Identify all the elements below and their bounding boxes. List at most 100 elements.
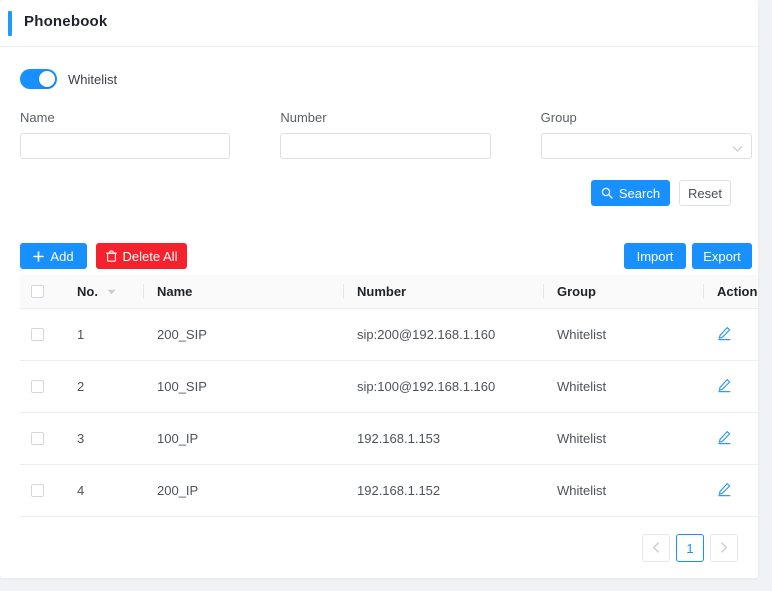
pagination: 1 [642,534,738,562]
trash-icon [105,250,117,262]
column-action-inner: Action [703,275,758,308]
number-input[interactable] [280,133,491,159]
row-no: 2 [63,360,143,413]
page-header: Phonebook [0,0,758,47]
plus-icon [33,250,45,262]
whitelist-toggle-row: Whitelist [20,69,117,89]
row-select-cell [20,308,63,361]
row-name: 200_SIP [143,308,343,361]
row-action [703,412,758,465]
row-number: 192.168.1.153 [343,412,543,465]
table-row: 3 100_IP 192.168.1.153 Whitelist [20,412,758,465]
table-header-row: No. Name Number Group Action [20,275,758,309]
table-row: 2 100_SIP sip:100@192.168.1.160 Whitelis… [20,360,758,413]
title-accent-bar [8,11,12,36]
add-button-label: Add [50,248,74,264]
column-number-label: Number [357,284,407,299]
select-all-checkbox[interactable] [31,285,44,298]
row-name: 200_IP [143,464,343,517]
table-action-bar-right: Import Export [624,243,752,269]
row-no: 4 [63,464,143,517]
row-number: sip:200@192.168.1.160 [343,308,543,361]
group-select-wrap [540,133,752,159]
name-field-group: Name [20,110,231,159]
search-form: Name Number Group [20,110,752,159]
edit-pencil-icon[interactable] [717,482,732,497]
column-group-inner: Group [543,275,703,308]
row-checkbox[interactable] [31,328,44,341]
row-group: Whitelist [543,308,703,361]
column-no-inner: No. [63,275,143,308]
row-name: 100_SIP [143,360,343,413]
name-input[interactable] [20,133,231,159]
phonebook-table: No. Name Number Group Action 1 200_SIP s… [20,275,758,517]
page-title: Phonebook [24,13,108,30]
row-action [703,360,758,413]
table-head: No. Name Number Group Action [20,275,758,309]
column-name-label: Name [157,284,193,299]
row-no: 1 [63,308,143,361]
column-number: Number [343,275,543,309]
row-name: 100_IP [143,412,343,465]
row-group: Whitelist [543,412,703,465]
table-row: 4 200_IP 192.168.1.152 Whitelist [20,464,758,517]
whitelist-toggle[interactable] [20,69,57,89]
row-checkbox[interactable] [31,484,44,497]
name-field-label: Name [20,110,55,125]
row-group: Whitelist [543,360,703,413]
delete-all-button[interactable]: Delete All [96,243,187,269]
column-group-label: Group [557,284,596,299]
table-row: 1 200_SIP sip:200@192.168.1.160 Whitelis… [20,308,758,361]
export-button-label: Export [703,248,741,264]
row-select-cell [20,464,63,517]
reset-button-label: Reset [688,185,722,201]
column-action-label: Action [717,284,758,299]
row-checkbox[interactable] [31,432,44,445]
group-field-group: Group [540,110,752,159]
pagination-page-label: 1 [686,540,694,556]
import-button-label: Import [636,248,674,264]
column-name-inner: Name [143,275,343,308]
caret-down-icon[interactable] [107,289,116,295]
pagination-next[interactable] [710,534,738,562]
whitelist-toggle-label: Whitelist [68,71,118,87]
column-no-label: No. [77,284,98,299]
chevron-left-icon [652,541,660,556]
row-action [703,464,758,517]
phonebook-card: Phonebook Whitelist Name Number Group Se… [0,0,758,578]
toggle-knob [39,71,55,87]
pagination-page-1[interactable]: 1 [676,534,704,562]
column-number-inner: Number [343,275,543,308]
search-icon [601,187,613,199]
number-field-label: Number [280,110,327,125]
edit-pencil-icon[interactable] [717,430,732,445]
row-select-cell [20,360,63,413]
chevron-right-icon [720,541,728,556]
group-field-label: Group [540,110,577,125]
column-select-all [20,275,63,309]
reset-button[interactable]: Reset [679,180,731,206]
row-action [703,308,758,361]
row-group: Whitelist [543,464,703,517]
pagination-prev[interactable] [642,534,670,562]
row-number: 192.168.1.152 [343,464,543,517]
column-no: No. [63,275,143,309]
edit-pencil-icon[interactable] [717,378,732,393]
search-button-label: Search [618,185,661,201]
group-select[interactable] [540,133,752,159]
edit-pencil-icon[interactable] [717,326,732,341]
column-name: Name [143,275,343,309]
column-group: Group [543,275,703,309]
row-number: sip:100@192.168.1.160 [343,360,543,413]
table-body: 1 200_SIP sip:200@192.168.1.160 Whitelis… [20,308,758,517]
search-button[interactable]: Search [591,180,670,206]
row-no: 3 [63,412,143,465]
delete-all-button-label: Delete All [122,248,178,264]
select-all-wrap [31,275,63,308]
add-button[interactable]: Add [20,243,87,269]
number-field-group: Number [280,110,491,159]
row-checkbox[interactable] [31,380,44,393]
search-buttons: Search Reset [591,180,731,206]
export-button[interactable]: Export [692,243,752,269]
import-button[interactable]: Import [624,243,686,269]
